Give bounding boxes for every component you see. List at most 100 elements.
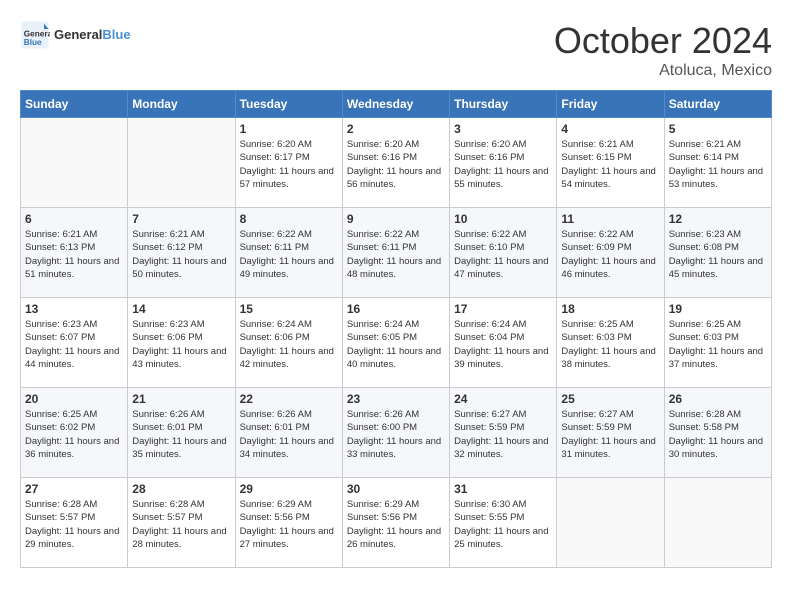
calendar-cell: 25 Sunrise: 6:27 AM Sunset: 5:59 PM Dayli… bbox=[557, 388, 664, 478]
day-info: Sunrise: 6:29 AM Sunset: 5:56 PM Dayligh… bbox=[240, 498, 338, 551]
day-info: Sunrise: 6:20 AM Sunset: 6:16 PM Dayligh… bbox=[454, 138, 552, 191]
day-number: 5 bbox=[669, 122, 767, 136]
day-number: 10 bbox=[454, 212, 552, 226]
day-info: Sunrise: 6:28 AM Sunset: 5:58 PM Dayligh… bbox=[669, 408, 767, 461]
day-number: 4 bbox=[561, 122, 659, 136]
calendar-cell: 18 Sunrise: 6:25 AM Sunset: 6:03 PM Dayli… bbox=[557, 298, 664, 388]
location-title: Atoluca, Mexico bbox=[554, 62, 772, 80]
day-number: 12 bbox=[669, 212, 767, 226]
day-number: 16 bbox=[347, 302, 445, 316]
weekday-header-thursday: Thursday bbox=[450, 91, 557, 118]
day-info: Sunrise: 6:23 AM Sunset: 6:07 PM Dayligh… bbox=[25, 318, 123, 371]
weekday-header-monday: Monday bbox=[128, 91, 235, 118]
page-header: General Blue General Blue October 2024 At… bbox=[20, 20, 772, 80]
day-info: Sunrise: 6:23 AM Sunset: 6:08 PM Dayligh… bbox=[669, 228, 767, 281]
logo: General Blue General Blue bbox=[20, 20, 131, 50]
calendar-cell: 24 Sunrise: 6:27 AM Sunset: 5:59 PM Dayli… bbox=[450, 388, 557, 478]
calendar-cell: 14Sunrise: 6:23 AM Sunset: 6:06 PM Dayli… bbox=[128, 298, 235, 388]
day-number: 29 bbox=[240, 482, 338, 496]
day-info: Sunrise: 6:25 AM Sunset: 6:02 PM Dayligh… bbox=[25, 408, 123, 461]
calendar-cell: 6 Sunrise: 6:21 AM Sunset: 6:13 PM Daylig… bbox=[21, 208, 128, 298]
day-info: Sunrise: 6:20 AM Sunset: 6:17 PM Dayligh… bbox=[240, 138, 338, 191]
day-number: 13 bbox=[25, 302, 123, 316]
day-info: Sunrise: 6:27 AM Sunset: 5:59 PM Dayligh… bbox=[561, 408, 659, 461]
calendar-cell: 9 Sunrise: 6:22 AM Sunset: 6:11 PM Daylig… bbox=[342, 208, 449, 298]
day-number: 9 bbox=[347, 212, 445, 226]
day-info: Sunrise: 6:29 AM Sunset: 5:56 PM Dayligh… bbox=[347, 498, 445, 551]
calendar-cell: 2 Sunrise: 6:20 AM Sunset: 6:16 PM Daylig… bbox=[342, 118, 449, 208]
calendar-cell bbox=[664, 478, 771, 568]
day-number: 20 bbox=[25, 392, 123, 406]
day-info: Sunrise: 6:28 AM Sunset: 5:57 PM Dayligh… bbox=[132, 498, 230, 551]
weekday-header-friday: Friday bbox=[557, 91, 664, 118]
day-number: 28 bbox=[132, 482, 230, 496]
day-info: Sunrise: 6:26 AM Sunset: 6:00 PM Dayligh… bbox=[347, 408, 445, 461]
calendar-cell bbox=[557, 478, 664, 568]
calendar-cell: 5 Sunrise: 6:21 AM Sunset: 6:14 PM Daylig… bbox=[664, 118, 771, 208]
day-number: 15 bbox=[240, 302, 338, 316]
day-number: 25 bbox=[561, 392, 659, 406]
title-block: October 2024 Atoluca, Mexico bbox=[554, 20, 772, 80]
day-info: Sunrise: 6:22 AM Sunset: 6:09 PM Dayligh… bbox=[561, 228, 659, 281]
calendar-cell: 26 Sunrise: 6:28 AM Sunset: 5:58 PM Dayli… bbox=[664, 388, 771, 478]
calendar-cell: 17 Sunrise: 6:24 AM Sunset: 6:04 PM Dayli… bbox=[450, 298, 557, 388]
calendar-cell: 29 Sunrise: 6:29 AM Sunset: 5:56 PM Dayli… bbox=[235, 478, 342, 568]
day-info: Sunrise: 6:22 AM Sunset: 6:11 PM Dayligh… bbox=[347, 228, 445, 281]
day-number: 21 bbox=[132, 392, 230, 406]
day-info: Sunrise: 6:22 AM Sunset: 6:10 PM Dayligh… bbox=[454, 228, 552, 281]
calendar-cell: 19 Sunrise: 6:25 AM Sunset: 6:03 PM Dayli… bbox=[664, 298, 771, 388]
calendar-cell: 3 Sunrise: 6:20 AM Sunset: 6:16 PM Daylig… bbox=[450, 118, 557, 208]
day-number: 24 bbox=[454, 392, 552, 406]
day-info: Sunrise: 6:24 AM Sunset: 6:04 PM Dayligh… bbox=[454, 318, 552, 371]
day-number: 17 bbox=[454, 302, 552, 316]
day-info: Sunrise: 6:25 AM Sunset: 6:03 PM Dayligh… bbox=[669, 318, 767, 371]
calendar-cell: 4 Sunrise: 6:21 AM Sunset: 6:15 PM Daylig… bbox=[557, 118, 664, 208]
day-info: Sunrise: 6:30 AM Sunset: 5:55 PM Dayligh… bbox=[454, 498, 552, 551]
calendar-cell: 8 Sunrise: 6:22 AM Sunset: 6:11 PM Daylig… bbox=[235, 208, 342, 298]
day-info: Sunrise: 6:23 AM Sunset: 6:06 PM Dayligh… bbox=[132, 318, 230, 371]
day-number: 18 bbox=[561, 302, 659, 316]
weekday-header-saturday: Saturday bbox=[664, 91, 771, 118]
day-number: 22 bbox=[240, 392, 338, 406]
day-number: 26 bbox=[669, 392, 767, 406]
day-number: 2 bbox=[347, 122, 445, 136]
day-number: 1 bbox=[240, 122, 338, 136]
calendar-cell: 27 Sunrise: 6:28 AM Sunset: 5:57 PM Dayli… bbox=[21, 478, 128, 568]
calendar-cell: 10 Sunrise: 6:22 AM Sunset: 6:10 PM Dayli… bbox=[450, 208, 557, 298]
logo-icon: General Blue bbox=[20, 20, 50, 50]
calendar-cell: 20 Sunrise: 6:25 AM Sunset: 6:02 PM Dayli… bbox=[21, 388, 128, 478]
day-info: Sunrise: 6:25 AM Sunset: 6:03 PM Dayligh… bbox=[561, 318, 659, 371]
calendar-cell: 7 Sunrise: 6:21 AM Sunset: 6:12 PM Daylig… bbox=[128, 208, 235, 298]
day-number: 6 bbox=[25, 212, 123, 226]
day-number: 7 bbox=[132, 212, 230, 226]
day-info: Sunrise: 6:24 AM Sunset: 6:05 PM Dayligh… bbox=[347, 318, 445, 371]
calendar-cell: 13 Sunrise: 6:23 AM Sunset: 6:07 PM Dayli… bbox=[21, 298, 128, 388]
day-number: 27 bbox=[25, 482, 123, 496]
day-number: 3 bbox=[454, 122, 552, 136]
calendar-cell: 28 Sunrise: 6:28 AM Sunset: 5:57 PM Dayli… bbox=[128, 478, 235, 568]
day-number: 8 bbox=[240, 212, 338, 226]
weekday-header-sunday: Sunday bbox=[21, 91, 128, 118]
weekday-header-tuesday: Tuesday bbox=[235, 91, 342, 118]
day-info: Sunrise: 6:21 AM Sunset: 6:14 PM Dayligh… bbox=[669, 138, 767, 191]
day-number: 19 bbox=[669, 302, 767, 316]
calendar-cell: 30 Sunrise: 6:29 AM Sunset: 5:56 PM Dayli… bbox=[342, 478, 449, 568]
calendar-cell: 23Sunrise: 6:26 AM Sunset: 6:00 PM Dayli… bbox=[342, 388, 449, 478]
logo-general: General bbox=[54, 27, 102, 42]
day-info: Sunrise: 6:27 AM Sunset: 5:59 PM Dayligh… bbox=[454, 408, 552, 461]
calendar-cell: 31 Sunrise: 6:30 AM Sunset: 5:55 PM Dayli… bbox=[450, 478, 557, 568]
calendar-cell: 1 Sunrise: 6:20 AM Sunset: 6:17 PM Daylig… bbox=[235, 118, 342, 208]
day-info: Sunrise: 6:21 AM Sunset: 6:15 PM Dayligh… bbox=[561, 138, 659, 191]
day-info: Sunrise: 6:21 AM Sunset: 6:12 PM Dayligh… bbox=[132, 228, 230, 281]
day-info: Sunrise: 6:21 AM Sunset: 6:13 PM Dayligh… bbox=[25, 228, 123, 281]
day-number: 31 bbox=[454, 482, 552, 496]
calendar-cell: 16 Sunrise: 6:24 AM Sunset: 6:05 PM Dayli… bbox=[342, 298, 449, 388]
day-info: Sunrise: 6:26 AM Sunset: 6:01 PM Dayligh… bbox=[132, 408, 230, 461]
day-number: 30 bbox=[347, 482, 445, 496]
svg-text:Blue: Blue bbox=[24, 38, 42, 47]
day-info: Sunrise: 6:22 AM Sunset: 6:11 PM Dayligh… bbox=[240, 228, 338, 281]
calendar-cell: 12 Sunrise: 6:23 AM Sunset: 6:08 PM Dayli… bbox=[664, 208, 771, 298]
day-info: Sunrise: 6:20 AM Sunset: 6:16 PM Dayligh… bbox=[347, 138, 445, 191]
calendar-cell: 11Sunrise: 6:22 AM Sunset: 6:09 PM Dayli… bbox=[557, 208, 664, 298]
day-info: Sunrise: 6:28 AM Sunset: 5:57 PM Dayligh… bbox=[25, 498, 123, 551]
